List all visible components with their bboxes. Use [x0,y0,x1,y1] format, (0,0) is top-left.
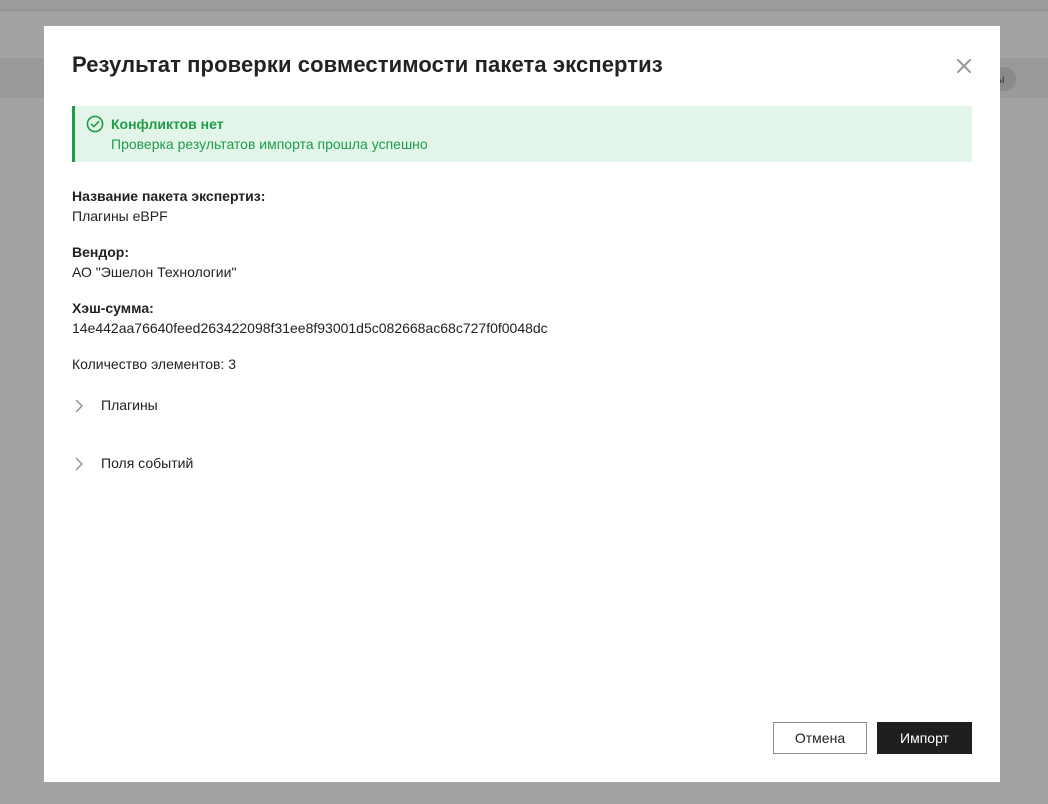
import-button[interactable]: Импорт [877,722,972,754]
background-top-bar [0,0,1048,11]
compatibility-result-dialog: Результат проверки совместимости пакета … [44,26,1000,782]
element-count-value: 3 [228,356,237,372]
element-count: Количество элементов: 3 [72,356,236,372]
close-button[interactable] [950,52,978,80]
package-name-value: Плагины eBPF [72,208,168,224]
element-count-label: Количество элементов: [72,356,225,372]
vendor-label: Вендор: [72,244,130,260]
group-event-fields[interactable]: Поля событий [72,452,472,476]
chevron-right-icon [75,457,83,471]
hash-value: 14e442aa76640feed263422098f31ee8f93001d5… [72,320,548,336]
hash-label: Хэш-сумма: [72,300,154,316]
group-plugins-label: Плагины [101,397,158,413]
group-event-fields-label: Поля событий [101,455,194,471]
success-alert: Конфликтов нет Проверка результатов импо… [72,106,972,162]
alert-title: Конфликтов нет [111,116,224,132]
group-plugins[interactable]: Плагины [72,394,472,418]
cancel-button[interactable]: Отмена [773,722,867,754]
chevron-right-icon [75,399,83,413]
check-circle-icon [86,115,104,133]
dialog-title: Результат проверки совместимости пакета … [72,52,663,77]
close-icon [957,59,971,73]
package-name-label: Название пакета экспертиз: [72,188,266,204]
alert-message: Проверка результатов импорта прошла успе… [111,136,428,152]
vendor-value: АО "Эшелон Технологии" [72,264,237,280]
